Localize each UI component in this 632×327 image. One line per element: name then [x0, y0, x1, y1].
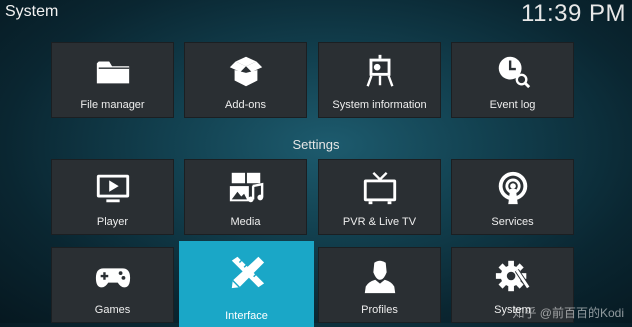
broadcast-icon: [498, 171, 527, 205]
section-heading-settings: Settings: [292, 137, 340, 152]
retro-tv-icon: [363, 171, 396, 205]
tv-play-icon: [96, 174, 129, 203]
tile-label: Profiles: [361, 304, 398, 316]
clock: 11:39 PM: [521, 0, 626, 27]
tile-player[interactable]: Player: [51, 159, 174, 235]
clock-search-icon: [498, 56, 530, 89]
window-title: System: [5, 3, 59, 20]
open-box-icon: [229, 56, 262, 87]
gear-wrench-icon: [495, 260, 530, 292]
watermark-text: 知乎 @前百百的Kodi: [512, 306, 624, 320]
folder-icon: [96, 61, 129, 84]
pencil-ruler-icon: [231, 256, 264, 289]
top-bar: System 11:39 PM: [0, 0, 632, 30]
tile-file-manager[interactable]: File manager: [51, 42, 174, 118]
tile-label: System information: [332, 99, 427, 111]
tile-label: File manager: [80, 99, 145, 111]
tile-label: Add-ons: [225, 99, 266, 111]
media-images-music-icon: [229, 172, 263, 203]
tile-services[interactable]: Services: [451, 159, 574, 235]
tile-profiles[interactable]: Profiles: [318, 247, 441, 323]
tile-media[interactable]: Media: [184, 159, 307, 235]
tile-label: Interface: [225, 310, 268, 322]
tile-label: Services: [491, 216, 534, 228]
tile-pvr-live-tv[interactable]: PVR & Live TV: [318, 159, 441, 235]
tile-label: Games: [94, 304, 131, 316]
tile-games[interactable]: Games: [51, 247, 174, 323]
tile-interface[interactable]: Interface: [179, 241, 314, 327]
presentation-board-icon: [366, 54, 393, 87]
gamepad-icon: [95, 268, 130, 288]
user-silhouette-icon: [364, 260, 395, 294]
tile-event-log[interactable]: Event log: [451, 42, 574, 118]
tile-add-ons[interactable]: Add-ons: [184, 42, 307, 118]
tile-label: Player: [96, 216, 129, 228]
tile-label: PVR & Live TV: [342, 216, 417, 228]
tile-label: Event log: [489, 99, 536, 111]
tile-label: Media: [230, 216, 261, 228]
tile-system-information[interactable]: System information: [318, 42, 441, 118]
